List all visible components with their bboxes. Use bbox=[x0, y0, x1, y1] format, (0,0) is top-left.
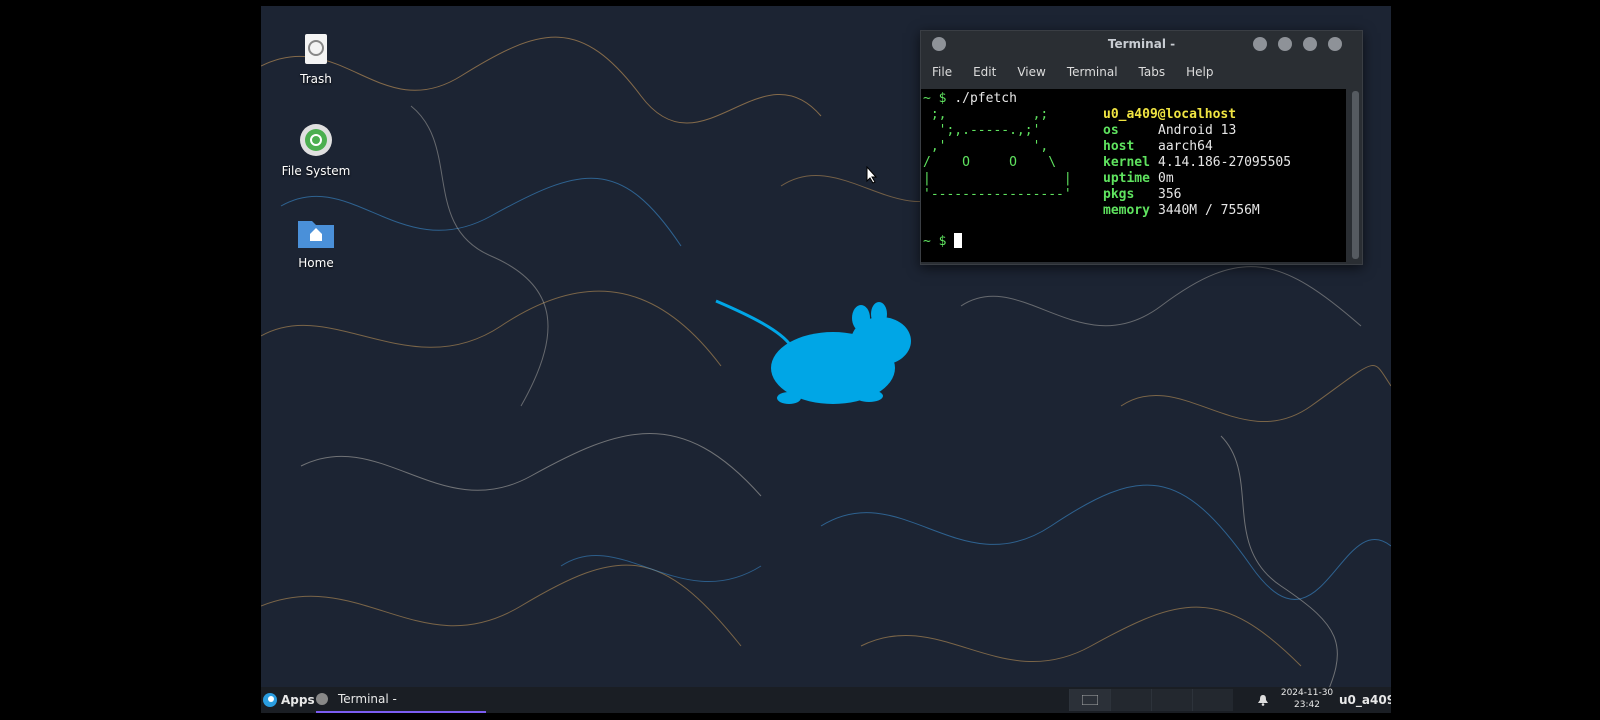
clock-date: 2024-11-30 bbox=[1280, 688, 1334, 698]
prompt-line: ~ $ bbox=[923, 233, 963, 250]
mouse-pointer-icon bbox=[866, 166, 878, 184]
window-thumbnail-icon bbox=[1082, 695, 1098, 705]
taskbar-task-terminal[interactable]: Terminal - bbox=[316, 687, 486, 713]
workspace-4[interactable] bbox=[1192, 689, 1233, 711]
workspace-2[interactable] bbox=[1110, 689, 1151, 711]
info-row: host aarch64 bbox=[1103, 139, 1213, 155]
info-key: os bbox=[1103, 123, 1119, 138]
minimize-button[interactable] bbox=[1278, 37, 1292, 51]
desktop-icon-label: File System bbox=[281, 164, 351, 178]
ascii-art-line: / O O \ bbox=[923, 155, 1057, 170]
menu-file[interactable]: File bbox=[932, 65, 952, 79]
info-value: Android 13 bbox=[1158, 123, 1237, 138]
window-title: Terminal - bbox=[1107, 37, 1176, 51]
info-value: 3440M / 7556M bbox=[1158, 203, 1260, 218]
terminal-task-icon bbox=[316, 693, 328, 705]
ascii-art-line: '-----------------' bbox=[923, 187, 1072, 202]
apps-label: Apps bbox=[281, 693, 315, 707]
clock[interactable]: 2024-11-30 23:42 bbox=[1277, 687, 1337, 711]
prompt: ~ $ bbox=[923, 234, 947, 249]
info-row: memory 3440M / 7556M bbox=[1103, 203, 1260, 219]
command: ./pfetch bbox=[954, 91, 1017, 106]
info-key: memory bbox=[1103, 203, 1150, 218]
user-menu[interactable]: u0_a409 bbox=[1339, 687, 1391, 713]
terminal-menubar: File Edit View Terminal Tabs Help bbox=[921, 57, 1362, 87]
info-row: kernel 4.14.186-27095505 bbox=[1103, 155, 1291, 171]
notification-bell[interactable] bbox=[1257, 687, 1269, 713]
desktop: Trash File System Home Terminal - File E… bbox=[261, 6, 1391, 713]
workspace-1[interactable] bbox=[1069, 689, 1110, 711]
info-value: 0m bbox=[1158, 171, 1174, 186]
info-key: host bbox=[1103, 139, 1135, 154]
info-value: 4.14.186-27095505 bbox=[1158, 155, 1292, 170]
terminal-window[interactable]: Terminal - File Edit View Terminal Tabs … bbox=[920, 30, 1363, 265]
info-key: kernel bbox=[1103, 155, 1150, 170]
workspace-3[interactable] bbox=[1151, 689, 1192, 711]
info-key: pkgs bbox=[1103, 187, 1135, 202]
apps-menu-button[interactable]: Apps bbox=[263, 687, 315, 713]
info-value: aarch64 bbox=[1158, 139, 1213, 154]
drive-icon bbox=[296, 120, 336, 160]
close-button[interactable] bbox=[1328, 37, 1342, 51]
info-key: uptime bbox=[1103, 171, 1150, 186]
desktop-icon-home[interactable]: Home bbox=[271, 212, 361, 270]
text-cursor bbox=[954, 233, 963, 248]
desktop-icon-trash[interactable]: Trash bbox=[271, 28, 361, 86]
userhost: u0_a409@localhost bbox=[1103, 107, 1237, 122]
terminal-titlebar[interactable]: Terminal - bbox=[921, 31, 1362, 57]
task-label: Terminal - bbox=[338, 692, 397, 706]
taskbar: Apps Terminal - 2024-11-30 23:42 u0_a409 bbox=[261, 687, 1391, 713]
bell-icon bbox=[1258, 695, 1268, 706]
command-line: ~ $ ./pfetch bbox=[923, 91, 1017, 107]
menu-tabs[interactable]: Tabs bbox=[1139, 65, 1166, 79]
info-row: uptime 0m bbox=[1103, 171, 1174, 187]
menu-help[interactable]: Help bbox=[1186, 65, 1213, 79]
terminal-scrollbar[interactable] bbox=[1352, 91, 1359, 259]
ascii-art-line: ,' ', bbox=[923, 139, 1049, 154]
menu-edit[interactable]: Edit bbox=[973, 65, 996, 79]
home-folder-icon bbox=[296, 212, 336, 252]
info-row: os Android 13 bbox=[1103, 123, 1236, 139]
desktop-icon-label: Home bbox=[298, 256, 334, 270]
clock-time: 23:42 bbox=[1294, 700, 1320, 710]
xfce-logo-icon bbox=[263, 693, 277, 707]
shade-button[interactable] bbox=[1253, 37, 1267, 51]
prompt: ~ $ bbox=[923, 91, 947, 106]
xfce-mouse-logo bbox=[715, 299, 911, 404]
terminal-output[interactable]: ~ $ ./pfetch ;, ,; ';,.-----.,;' ,' ', /… bbox=[921, 89, 1346, 262]
desktop-icon-file-system[interactable]: File System bbox=[271, 120, 361, 178]
info-row: pkgs 356 bbox=[1103, 187, 1181, 203]
menu-view[interactable]: View bbox=[1017, 65, 1045, 79]
desktop-icon-label: Trash bbox=[300, 72, 332, 86]
info-value: 356 bbox=[1158, 187, 1182, 202]
ascii-art-line: | | bbox=[923, 171, 1072, 186]
menu-terminal[interactable]: Terminal bbox=[1067, 65, 1118, 79]
maximize-button[interactable] bbox=[1303, 37, 1317, 51]
ascii-art-line: ;, ,; bbox=[923, 107, 1049, 122]
ascii-art-line: ';,.-----.,;' bbox=[923, 123, 1041, 138]
trash-icon bbox=[296, 28, 336, 68]
